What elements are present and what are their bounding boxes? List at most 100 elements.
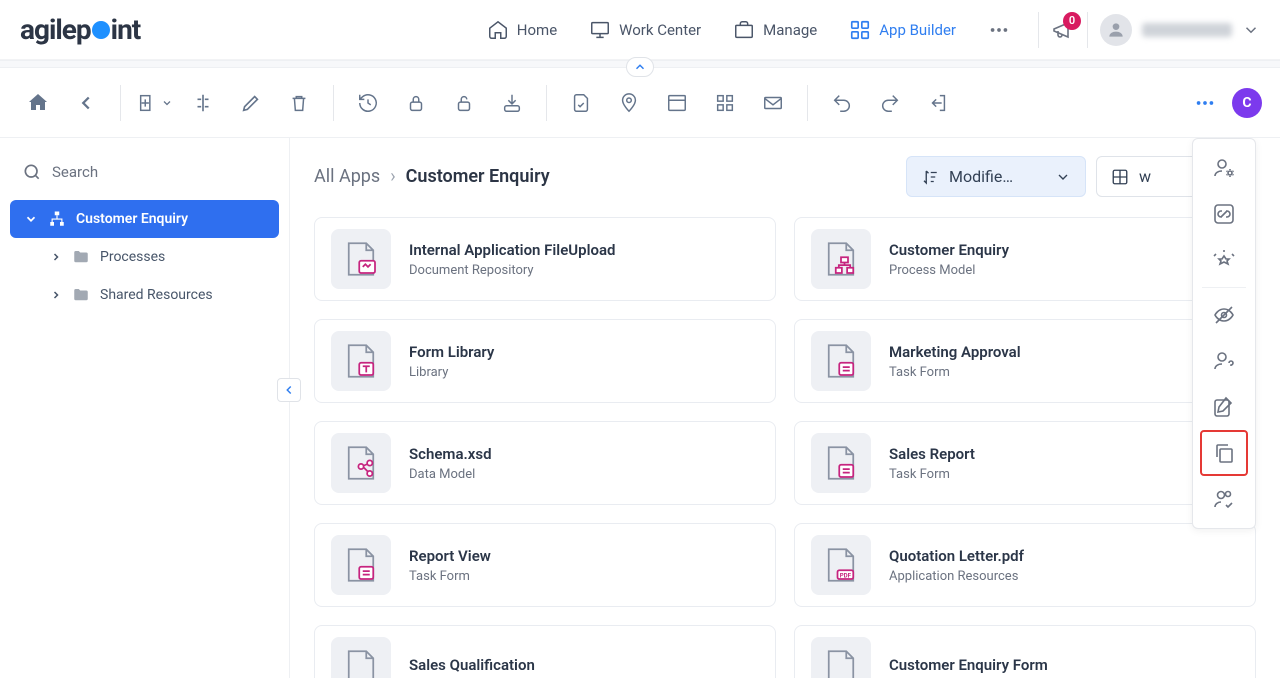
nav-appbuilder[interactable]: App Builder — [833, 11, 972, 49]
sidebar-item-label: Customer Enquiry — [76, 211, 188, 227]
action-hide[interactable] — [1200, 292, 1248, 338]
link-icon — [1212, 202, 1236, 226]
monitor-icon — [589, 19, 611, 41]
breadcrumb: All Apps › Customer Enquiry — [314, 166, 550, 187]
toolbar-align-button[interactable] — [183, 83, 223, 123]
action-user-settings[interactable] — [1200, 145, 1248, 191]
app-card[interactable]: Form Library Library — [314, 319, 776, 403]
breadcrumb-root[interactable]: All Apps — [314, 166, 380, 187]
toolbar-add-dropdown[interactable] — [135, 83, 175, 123]
home-solid-icon — [26, 91, 50, 115]
divider — [1087, 12, 1088, 48]
user-question-icon — [1212, 349, 1236, 373]
toolbar-delete-button[interactable] — [279, 83, 319, 123]
action-link[interactable] — [1200, 191, 1248, 237]
nav-workcenter-label: Work Center — [619, 21, 701, 39]
nav-workcenter[interactable]: Work Center — [573, 11, 717, 49]
toolbar-mail-button[interactable] — [753, 83, 793, 123]
card-subtitle: Document Repository — [409, 263, 615, 278]
action-copy[interactable] — [1200, 430, 1248, 476]
toolbar-redo-button[interactable] — [870, 83, 910, 123]
collapse-topbar-button[interactable] — [626, 57, 654, 77]
toolbar-apps-button[interactable] — [705, 83, 745, 123]
app-card[interactable]: Sales Qualification — [314, 625, 776, 678]
action-users-check[interactable] — [1200, 476, 1248, 522]
toolbar-lock-button[interactable] — [396, 83, 436, 123]
card-icon — [331, 637, 391, 678]
card-icon — [811, 229, 871, 289]
nav-home[interactable]: Home — [471, 11, 573, 49]
toolbar-layout-button[interactable] — [657, 83, 697, 123]
folder-icon — [72, 286, 90, 304]
toolbar-home-button[interactable] — [18, 83, 58, 123]
card-title: Report View — [409, 547, 491, 565]
unlock-icon — [453, 92, 475, 114]
search-icon — [22, 162, 42, 182]
grid-icon — [714, 92, 736, 114]
nav-manage[interactable]: Manage — [717, 11, 833, 49]
mail-icon — [762, 92, 784, 114]
app-card[interactable]: PDF Quotation Letter.pdf Application Res… — [794, 523, 1256, 607]
nav-notifications[interactable]: 0 — [1051, 18, 1075, 42]
card-icon — [811, 637, 871, 678]
card-subtitle: Process Model — [889, 263, 1009, 278]
card-subtitle: Application Resources — [889, 569, 1024, 584]
toolbar-history-button[interactable] — [348, 83, 388, 123]
chevron-down-icon — [24, 212, 38, 226]
notif-badge: 0 — [1063, 12, 1081, 30]
ellipsis-icon — [988, 19, 1010, 41]
action-preview[interactable] — [1200, 237, 1248, 283]
toolbar-edit-button[interactable] — [231, 83, 271, 123]
toolbar-undo-button[interactable] — [822, 83, 862, 123]
app-card[interactable]: Marketing Approval Task Form — [794, 319, 1256, 403]
sidebar-item-label: Processes — [100, 249, 165, 265]
actions-panel — [1192, 138, 1256, 529]
apps-icon — [849, 19, 871, 41]
sidebar-search[interactable]: Search — [10, 156, 279, 200]
toolbar-more-button[interactable] — [1186, 84, 1224, 122]
app-card[interactable]: Internal Application FileUpload Document… — [314, 217, 776, 301]
card-icon — [331, 433, 391, 493]
layout-icon — [666, 92, 688, 114]
chevron-right-icon — [50, 289, 62, 301]
toolbar-back-button[interactable] — [66, 83, 106, 123]
toolbar-refresh-button[interactable]: C — [1232, 88, 1262, 118]
card-subtitle: Task Form — [889, 467, 975, 482]
toolbar-export-button[interactable] — [492, 83, 532, 123]
folder-icon — [72, 248, 90, 266]
toolbar-validate-button[interactable] — [561, 83, 601, 123]
sidebar-item-shared-resources[interactable]: Shared Resources — [10, 276, 279, 314]
lock-icon — [405, 92, 427, 114]
breadcrumb-separator: › — [390, 166, 395, 187]
card-title: Marketing Approval — [889, 343, 1021, 361]
card-icon — [811, 331, 871, 391]
avatar-icon — [1100, 14, 1132, 46]
divider — [120, 85, 121, 121]
nav-more[interactable] — [972, 11, 1026, 49]
grid-view-icon — [1111, 168, 1129, 186]
sitemap-icon — [48, 210, 66, 228]
card-title: Sales Qualification — [409, 656, 535, 674]
action-user-question[interactable] — [1200, 338, 1248, 384]
nav-user-menu[interactable] — [1100, 14, 1260, 46]
chevron-right-icon — [50, 251, 62, 263]
app-card[interactable]: Schema.xsd Data Model — [314, 421, 776, 505]
toolbar-unlock-button[interactable] — [444, 83, 484, 123]
toolbar-location-button[interactable] — [609, 83, 649, 123]
card-icon — [331, 535, 391, 595]
toolbar-exit-button[interactable] — [918, 83, 958, 123]
card-title: Sales Report — [889, 445, 975, 463]
app-card[interactable]: Customer Enquiry Form — [794, 625, 1256, 678]
action-edit-form[interactable] — [1200, 384, 1248, 430]
app-card[interactable]: Customer Enquiry Process Model — [794, 217, 1256, 301]
nav-home-label: Home — [517, 21, 557, 39]
sidebar-item-processes[interactable]: Processes — [10, 238, 279, 276]
divider — [333, 85, 334, 121]
sort-label: Modifie… — [949, 167, 1013, 186]
app-card[interactable]: Sales Report Task Form — [794, 421, 1256, 505]
sort-dropdown[interactable]: Modifie… — [906, 156, 1086, 197]
logout-icon — [927, 92, 949, 114]
app-card[interactable]: Report View Task Form — [314, 523, 776, 607]
username — [1142, 23, 1232, 37]
sidebar-item-customer-enquiry[interactable]: Customer Enquiry — [10, 200, 279, 238]
